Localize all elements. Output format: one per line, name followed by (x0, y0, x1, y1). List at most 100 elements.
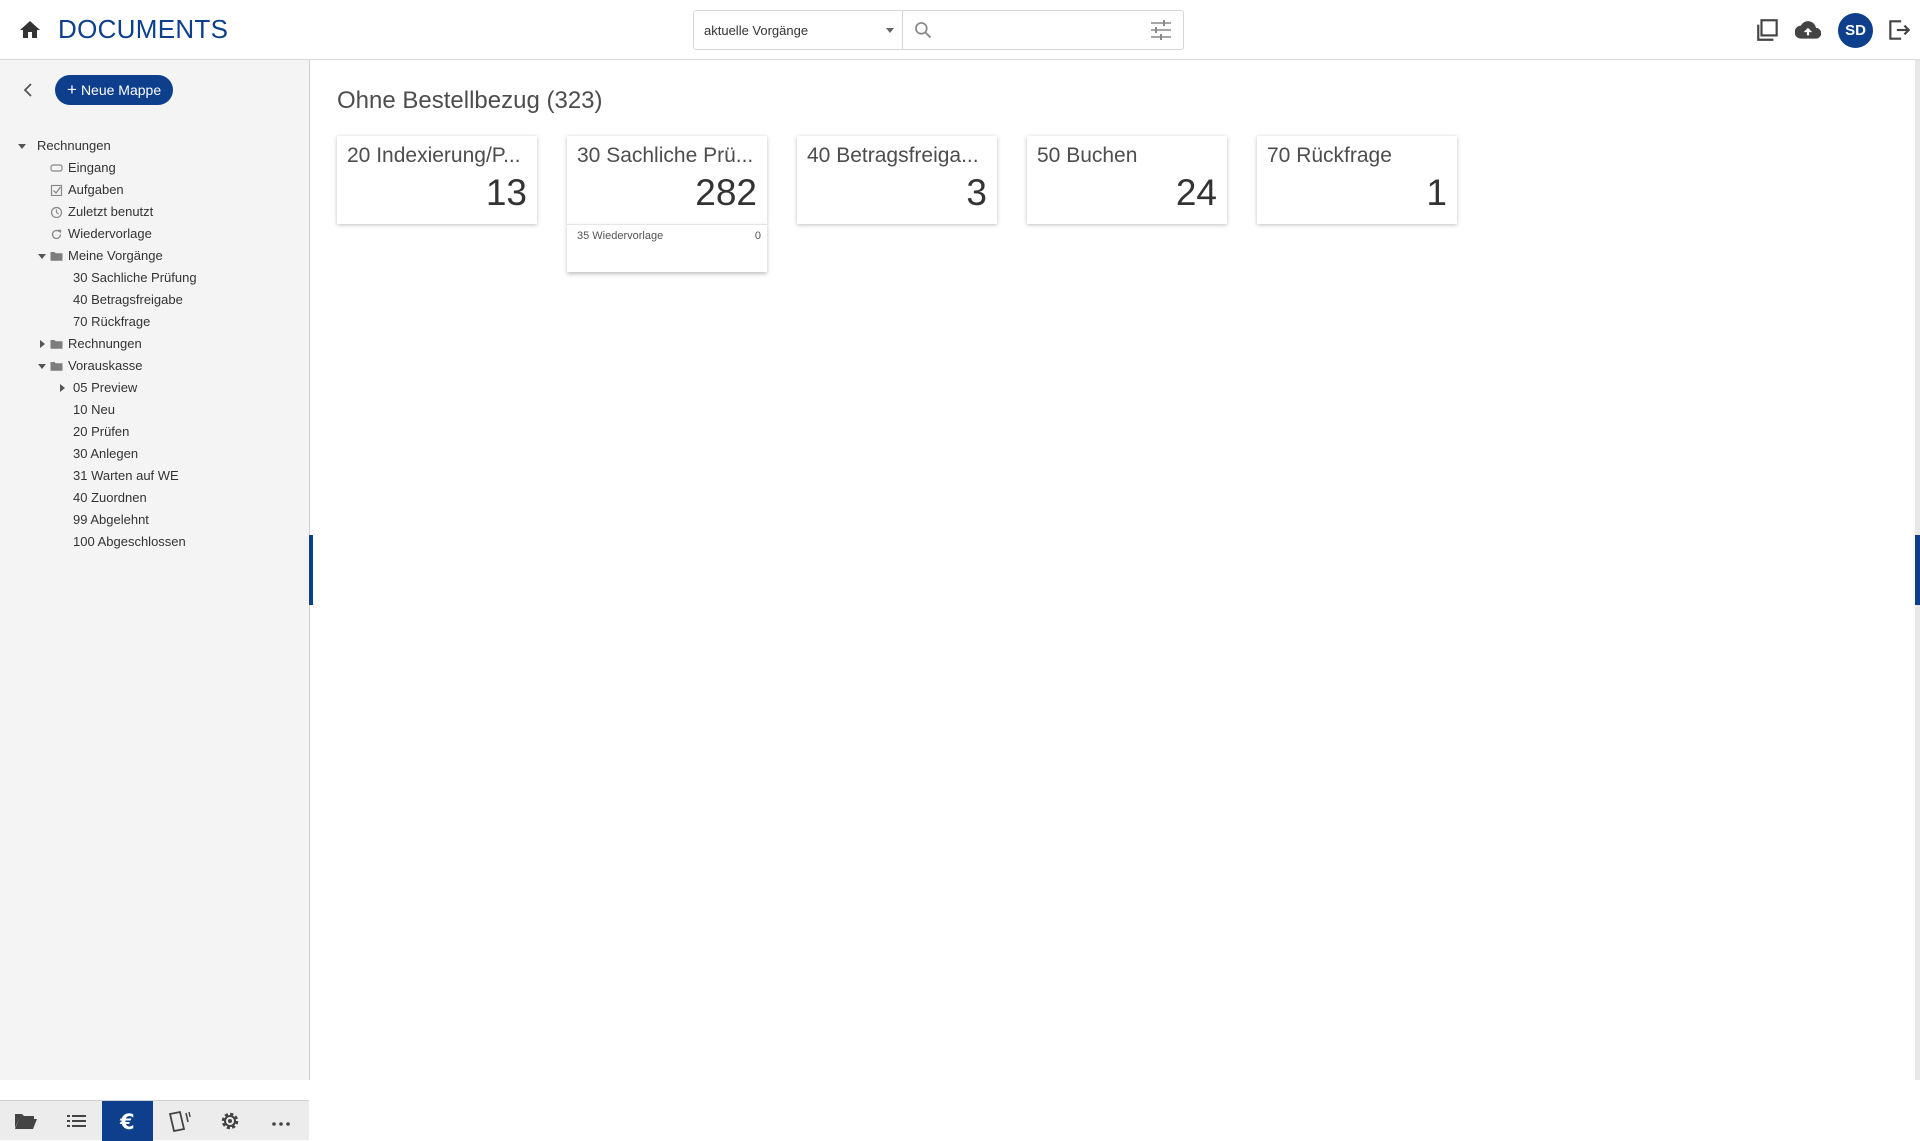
tile-label: 70 Rückfrage (1267, 144, 1392, 167)
caret-right-icon[interactable] (36, 333, 48, 355)
tree-item[interactable]: Eingang (0, 157, 308, 179)
tag-icon (168, 1110, 191, 1132)
tree-item[interactable]: Zuletzt benutzt (0, 201, 308, 223)
plus-icon: + (67, 80, 77, 99)
new-folder-button[interactable]: + Neue Mappe (55, 75, 174, 105)
folder-icon (50, 340, 63, 349)
tree-item-label: 31 Warten auf WE (73, 468, 179, 483)
tile-count: 3 (966, 172, 987, 213)
tile-label: 40 Betragsfreiga... (807, 144, 979, 167)
cloud-upload-icon[interactable] (1795, 17, 1821, 43)
tree-item-label: 40 Betragsfreigabe (73, 292, 183, 307)
refresh-icon (51, 229, 62, 240)
user-avatar[interactable]: SD (1838, 13, 1873, 48)
inbox-icon (50, 164, 63, 172)
page-title: Ohne Bestellbezug (323) (337, 87, 603, 114)
tab-folders[interactable] (0, 1101, 51, 1141)
app-title: DOCUMENTS (58, 14, 229, 44)
tab-more[interactable] (255, 1101, 306, 1141)
tile-count: 24 (1175, 172, 1217, 213)
tree-item[interactable]: 40 Betragsfreigabe (0, 289, 308, 311)
folder-icon (50, 252, 63, 261)
sidebar: + Neue Mappe Rechnungen Eingang Aufgaben Zul… (0, 60, 310, 1141)
folder-tree: Rechnungen Eingang Aufgaben Zuletzt benutzt… (0, 135, 308, 553)
sidebar-resize-handle[interactable] (309, 535, 313, 605)
caret-down-icon[interactable] (36, 245, 48, 267)
scrollbar-thumb[interactable] (1915, 535, 1920, 605)
tree-item-label: Meine Vorgänge (68, 248, 163, 263)
tree-item-label: 20 Prüfen (73, 424, 130, 439)
tree-item-label: 40 Zuordnen (73, 490, 147, 505)
sidebar-bottom-bar: € (0, 1100, 309, 1141)
tree-item-label: Eingang (68, 160, 116, 175)
new-folder-label: Neue Mappe (80, 82, 162, 98)
tree-item[interactable]: 30 Anlegen (0, 443, 308, 465)
tile-label: 20 Indexierung/P... (347, 144, 521, 167)
tree-item-label: 30 Anlegen (73, 446, 139, 461)
chevron-left-icon[interactable] (18, 80, 38, 100)
search-input[interactable] (940, 17, 1130, 43)
tree-item[interactable]: Aufgaben (0, 179, 308, 201)
tree-item-label: Wiedervorlage (68, 226, 152, 241)
chevron-down-icon (886, 28, 894, 33)
search-icon[interactable] (913, 20, 933, 40)
new-window-icon[interactable] (1755, 17, 1781, 43)
tree-item-label: Zuletzt benutzt (68, 204, 154, 219)
tree-item-label: 05 Preview (73, 380, 138, 395)
scope-select-value: aktuelle Vorgänge (704, 23, 809, 38)
tile-label: 50 Buchen (1037, 144, 1138, 167)
status-tile[interactable]: 20 Indexierung/P... 13 (337, 136, 537, 224)
tab-settings[interactable] (204, 1101, 255, 1141)
status-tile[interactable]: 30 Sachliche Prü... 282 (567, 136, 767, 224)
folder-open-icon (15, 1114, 37, 1129)
subtile-count: 0 (754, 230, 761, 242)
euro-icon: € (119, 1110, 135, 1132)
tree-item-label: Aufgaben (68, 182, 124, 197)
tab-list[interactable] (51, 1101, 102, 1141)
clock-icon (50, 206, 63, 218)
gear-icon (221, 1112, 239, 1130)
tab-tags[interactable] (153, 1101, 204, 1141)
tile-count: 282 (695, 172, 757, 213)
scope-select[interactable]: aktuelle Vorgänge (694, 11, 903, 49)
tree-item[interactable]: Meine Vorgänge (0, 245, 308, 267)
tree-item-label: Rechnungen (37, 138, 111, 153)
list-icon (67, 1115, 86, 1127)
tree-item[interactable]: Rechnungen (0, 135, 308, 157)
tile-count: 13 (485, 172, 527, 213)
tree-item-label: 99 Abgelehnt (73, 512, 149, 527)
more-icon (272, 1122, 290, 1126)
tree-item-label: Vorauskasse (68, 358, 143, 373)
tree-item[interactable]: 31 Warten auf WE (0, 465, 308, 487)
tile-count: 1 (1426, 172, 1447, 213)
tree-item[interactable]: 30 Sachliche Prüfung (0, 267, 308, 289)
status-tile[interactable]: 70 Rückfrage 1 (1257, 136, 1457, 224)
tree-item[interactable]: 20 Prüfen (0, 421, 308, 443)
tree-item[interactable]: 05 Preview (0, 377, 308, 399)
subtile-label: 35 Wiedervorlage (577, 230, 664, 242)
tree-item-label: 30 Sachliche Prüfung (73, 270, 197, 285)
status-tile[interactable]: 40 Betragsfreiga... 3 (797, 136, 997, 224)
tree-item[interactable]: Wiedervorlage (0, 223, 308, 245)
checkbox-icon (50, 184, 63, 196)
caret-down-icon[interactable] (36, 355, 48, 377)
caret-down-icon[interactable] (16, 135, 28, 157)
tree-item[interactable]: Rechnungen (0, 333, 308, 355)
tree-item[interactable]: 10 Neu (0, 399, 308, 421)
app-header: DOCUMENTS aktuelle Vorgänge SD (0, 0, 1920, 60)
tree-item[interactable]: 40 Zuordnen (0, 487, 308, 509)
tab-invoices[interactable]: € (102, 1101, 153, 1141)
tree-item[interactable]: 100 Abgeschlossen (0, 531, 308, 553)
caret-right-icon[interactable] (56, 377, 68, 399)
sub-status-tile[interactable]: 35 Wiedervorlage 0 (567, 224, 767, 272)
tree-item-label: Rechnungen (68, 336, 142, 351)
tree-item[interactable]: 99 Abgelehnt (0, 509, 308, 531)
search-bar: aktuelle Vorgänge (693, 10, 1184, 50)
tree-item[interactable]: Vorauskasse (0, 355, 308, 377)
tree-item[interactable]: 70 Rückfrage (0, 311, 308, 333)
filter-sliders-icon[interactable] (1149, 19, 1173, 41)
home-icon[interactable] (18, 18, 42, 42)
logout-icon[interactable] (1886, 17, 1912, 43)
status-tile[interactable]: 50 Buchen 24 (1027, 136, 1227, 224)
svg-text:€: € (119, 1110, 135, 1132)
